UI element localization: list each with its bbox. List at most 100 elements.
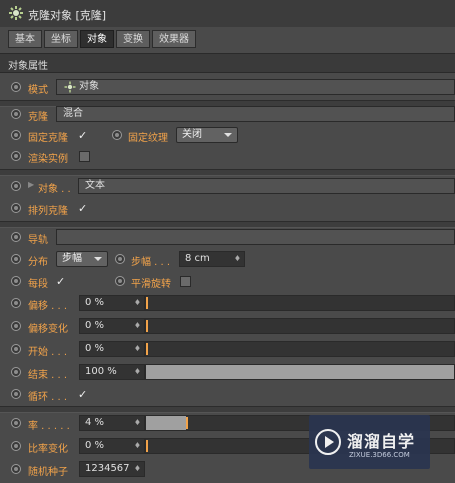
end-row: 结束 . . . 100 % ♦ xyxy=(0,362,455,384)
spinner-icon[interactable]: ♦ xyxy=(134,439,141,453)
step-input[interactable]: 8 cm ♦ xyxy=(179,251,245,267)
tab-bar: 基本 坐标 对象 变换 效果器 xyxy=(8,30,196,48)
fixed-clone-checkbox[interactable]: ✓ xyxy=(78,129,87,142)
tab-transform[interactable]: 变换 xyxy=(116,30,150,48)
clone-row: 克隆 混合 xyxy=(0,104,455,126)
chevron-down-icon xyxy=(224,133,232,137)
offset-variation-row: 偏移变化 0 % ♦ xyxy=(0,316,455,338)
distribution-value: 步幅 xyxy=(62,253,82,264)
spinner-icon[interactable]: ♦ xyxy=(234,252,241,266)
animate-radio[interactable] xyxy=(11,109,21,119)
start-input[interactable]: 0 % ♦ xyxy=(79,341,145,357)
arrange-clone-checkbox[interactable]: ✓ xyxy=(78,202,87,215)
section-header: 对象属性 xyxy=(0,53,455,73)
rail-row: 导轨 xyxy=(0,227,455,249)
animate-radio[interactable] xyxy=(11,464,21,474)
watermark: 溜溜自学 ZIXUE.3D66.COM xyxy=(309,415,430,469)
tab-effectors[interactable]: 效果器 xyxy=(152,30,196,48)
animate-radio[interactable] xyxy=(11,389,21,399)
animate-radio[interactable] xyxy=(115,276,125,286)
animate-radio[interactable] xyxy=(11,276,21,286)
end-label: 结束 . . . xyxy=(28,370,68,381)
fixed-clone-label: 固定克隆 xyxy=(28,133,68,144)
fixed-texture-label: 固定纹理 xyxy=(128,133,168,144)
animate-radio[interactable] xyxy=(11,203,21,213)
per-segment-label: 每段 xyxy=(28,279,48,290)
arrange-clone-label: 排列克隆 xyxy=(28,206,68,217)
start-value: 0 % xyxy=(85,343,105,354)
rate-input[interactable]: 4 % ♦ xyxy=(79,415,145,431)
animate-radio[interactable] xyxy=(11,321,21,331)
animate-radio[interactable] xyxy=(11,298,21,308)
tab-coordinates[interactable]: 坐标 xyxy=(44,30,78,48)
smooth-rotation-label: 平滑旋转 xyxy=(131,279,171,290)
spinner-icon[interactable]: ♦ xyxy=(134,365,141,379)
slider-handle[interactable] xyxy=(146,297,148,309)
offset-input[interactable]: 0 % ♦ xyxy=(79,295,145,311)
animate-radio[interactable] xyxy=(115,254,125,264)
segment-row: 每段 ✓ 平滑旋转 xyxy=(0,271,455,293)
end-input[interactable]: 100 % ♦ xyxy=(79,364,145,380)
end-slider[interactable] xyxy=(145,364,455,380)
step-value: 8 cm xyxy=(185,253,210,264)
arrange-clone-row: 排列克隆 ✓ xyxy=(0,198,455,220)
mode-field[interactable]: 对象 xyxy=(56,79,455,95)
render-instance-checkbox[interactable] xyxy=(79,151,90,162)
animate-radio[interactable] xyxy=(11,130,21,140)
animate-radio[interactable] xyxy=(11,82,21,92)
smooth-rotation-checkbox[interactable] xyxy=(180,276,191,287)
animate-radio[interactable] xyxy=(11,254,21,264)
spinner-icon[interactable]: ♦ xyxy=(134,416,141,430)
start-label: 开始 . . . xyxy=(28,347,68,358)
object-value: 文本 xyxy=(85,180,105,191)
start-slider[interactable] xyxy=(145,341,455,357)
cloner-icon xyxy=(9,6,23,20)
offset-variation-input[interactable]: 0 % ♦ xyxy=(79,318,145,334)
tab-basic[interactable]: 基本 xyxy=(8,30,42,48)
slider-handle[interactable] xyxy=(146,320,148,332)
animate-radio[interactable] xyxy=(11,151,21,161)
divider xyxy=(0,406,455,413)
offset-label: 偏移 . . . xyxy=(28,301,68,312)
mode-row: 模式 对象 xyxy=(0,77,455,99)
spinner-icon[interactable]: ♦ xyxy=(134,462,141,476)
offset-slider[interactable] xyxy=(145,295,455,311)
loop-label: 循环 . . . xyxy=(28,392,68,403)
animate-radio[interactable] xyxy=(11,441,21,451)
random-seed-label: 随机种子 xyxy=(28,467,68,478)
rate-label: 率 . . . . . xyxy=(28,421,70,432)
animate-radio[interactable] xyxy=(11,232,21,242)
random-seed-input[interactable]: 1234567 ♦ xyxy=(79,461,145,477)
animate-radio[interactable] xyxy=(11,181,21,191)
spinner-icon[interactable]: ♦ xyxy=(134,296,141,310)
rail-link-field[interactable] xyxy=(56,229,455,245)
chevron-down-icon xyxy=(94,257,102,261)
distribution-row: 分布 步幅 步幅 . . . 8 cm ♦ xyxy=(0,249,455,271)
expand-arrow-icon[interactable]: ▶ xyxy=(28,180,34,189)
start-row: 开始 . . . 0 % ♦ xyxy=(0,339,455,361)
distribution-dropdown[interactable]: 步幅 xyxy=(56,251,108,267)
slider-handle[interactable] xyxy=(146,343,148,355)
watermark-name: 溜溜自学 xyxy=(347,432,416,451)
offset-variation-slider[interactable] xyxy=(145,318,455,334)
fixed-texture-dropdown[interactable]: 关闭 xyxy=(176,127,238,143)
animate-radio[interactable] xyxy=(11,344,21,354)
rate-variation-input[interactable]: 0 % ♦ xyxy=(79,438,145,454)
object-link-field[interactable]: 文本 xyxy=(78,178,455,194)
spinner-icon[interactable]: ♦ xyxy=(134,342,141,356)
rate-variation-value: 0 % xyxy=(85,440,105,451)
spinner-icon[interactable]: ♦ xyxy=(134,319,141,333)
rate-value: 4 % xyxy=(85,417,105,428)
offset-row: 偏移 . . . 0 % ♦ xyxy=(0,293,455,315)
per-segment-checkbox[interactable]: ✓ xyxy=(56,275,65,288)
slider-handle[interactable] xyxy=(146,440,148,452)
rail-label: 导轨 xyxy=(28,235,48,246)
tab-object[interactable]: 对象 xyxy=(80,30,114,48)
animate-radio[interactable] xyxy=(11,367,21,377)
clone-mode-dropdown[interactable]: 混合 xyxy=(56,106,455,122)
slider-handle[interactable] xyxy=(186,417,188,429)
animate-radio[interactable] xyxy=(112,130,122,140)
animate-radio[interactable] xyxy=(11,418,21,428)
loop-checkbox[interactable]: ✓ xyxy=(78,388,87,401)
object-row: ▶ 对象 . . 文本 xyxy=(0,176,455,198)
